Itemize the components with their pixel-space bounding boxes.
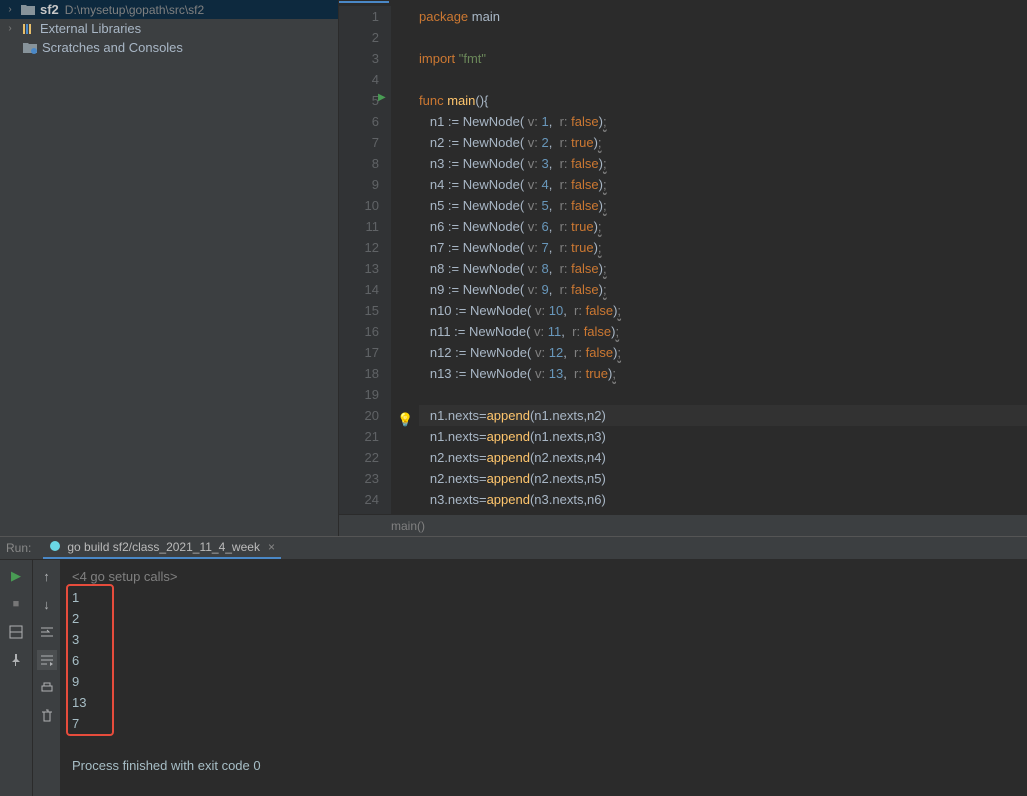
print-button[interactable] xyxy=(37,678,57,698)
run-label: Run: xyxy=(6,541,31,555)
code-editor[interactable]: package main import "fmt" func main(){ n… xyxy=(391,6,1027,514)
editor-area: 123456789101112131415161718192021222324 … xyxy=(339,0,1027,536)
scratches-label: Scratches and Consoles xyxy=(42,40,183,55)
trash-button[interactable] xyxy=(37,706,57,726)
scroll-to-end-button[interactable] xyxy=(37,650,57,670)
run-tab[interactable]: go build sf2/class_2021_11_4_week × xyxy=(43,537,281,559)
run-toolbar-secondary: ↑ ↓ xyxy=(32,560,60,796)
external-libraries-item[interactable]: › External Libraries xyxy=(0,19,338,38)
folder-icon xyxy=(20,3,36,17)
project-sidebar: › sf2 D:\mysetup\gopath\src\sf2 › Extern… xyxy=(0,0,339,536)
breadcrumb[interactable]: main() xyxy=(339,514,1027,536)
down-button[interactable]: ↓ xyxy=(37,594,57,614)
layout-button[interactable] xyxy=(6,622,26,642)
library-icon xyxy=(20,22,36,36)
project-root-item[interactable]: › sf2 D:\mysetup\gopath\src\sf2 xyxy=(0,0,338,19)
scratches-item[interactable]: Scratches and Consoles xyxy=(0,38,338,57)
scratches-icon xyxy=(22,41,38,55)
run-toolbar-primary: ▶ ■ xyxy=(0,560,32,796)
breadcrumb-item: main() xyxy=(391,519,425,533)
pin-button[interactable] xyxy=(6,650,26,670)
project-name: sf2 xyxy=(40,2,59,17)
console-output[interactable]: <4 go setup calls>12369137 Process finis… xyxy=(60,560,1027,796)
up-button[interactable]: ↑ xyxy=(37,566,57,586)
run-panel: Run: go build sf2/class_2021_11_4_week ×… xyxy=(0,536,1027,796)
close-icon[interactable]: × xyxy=(268,540,275,554)
run-header: Run: go build sf2/class_2021_11_4_week × xyxy=(0,537,1027,560)
run-gutter-icon[interactable]: ▶ xyxy=(378,92,386,103)
gopher-icon xyxy=(49,540,61,555)
soft-wrap-button[interactable] xyxy=(37,622,57,642)
line-gutter[interactable]: 123456789101112131415161718192021222324 xyxy=(339,6,391,514)
run-tab-label: go build sf2/class_2021_11_4_week xyxy=(67,540,260,554)
tab-active-indicator xyxy=(339,0,389,3)
rerun-button[interactable]: ▶ xyxy=(6,566,26,586)
chevron-right-icon: › xyxy=(4,23,16,34)
chevron-right-icon: › xyxy=(4,4,16,15)
project-path: D:\mysetup\gopath\src\sf2 xyxy=(65,3,204,17)
stop-button[interactable]: ■ xyxy=(6,594,26,614)
external-libraries-label: External Libraries xyxy=(40,21,141,36)
